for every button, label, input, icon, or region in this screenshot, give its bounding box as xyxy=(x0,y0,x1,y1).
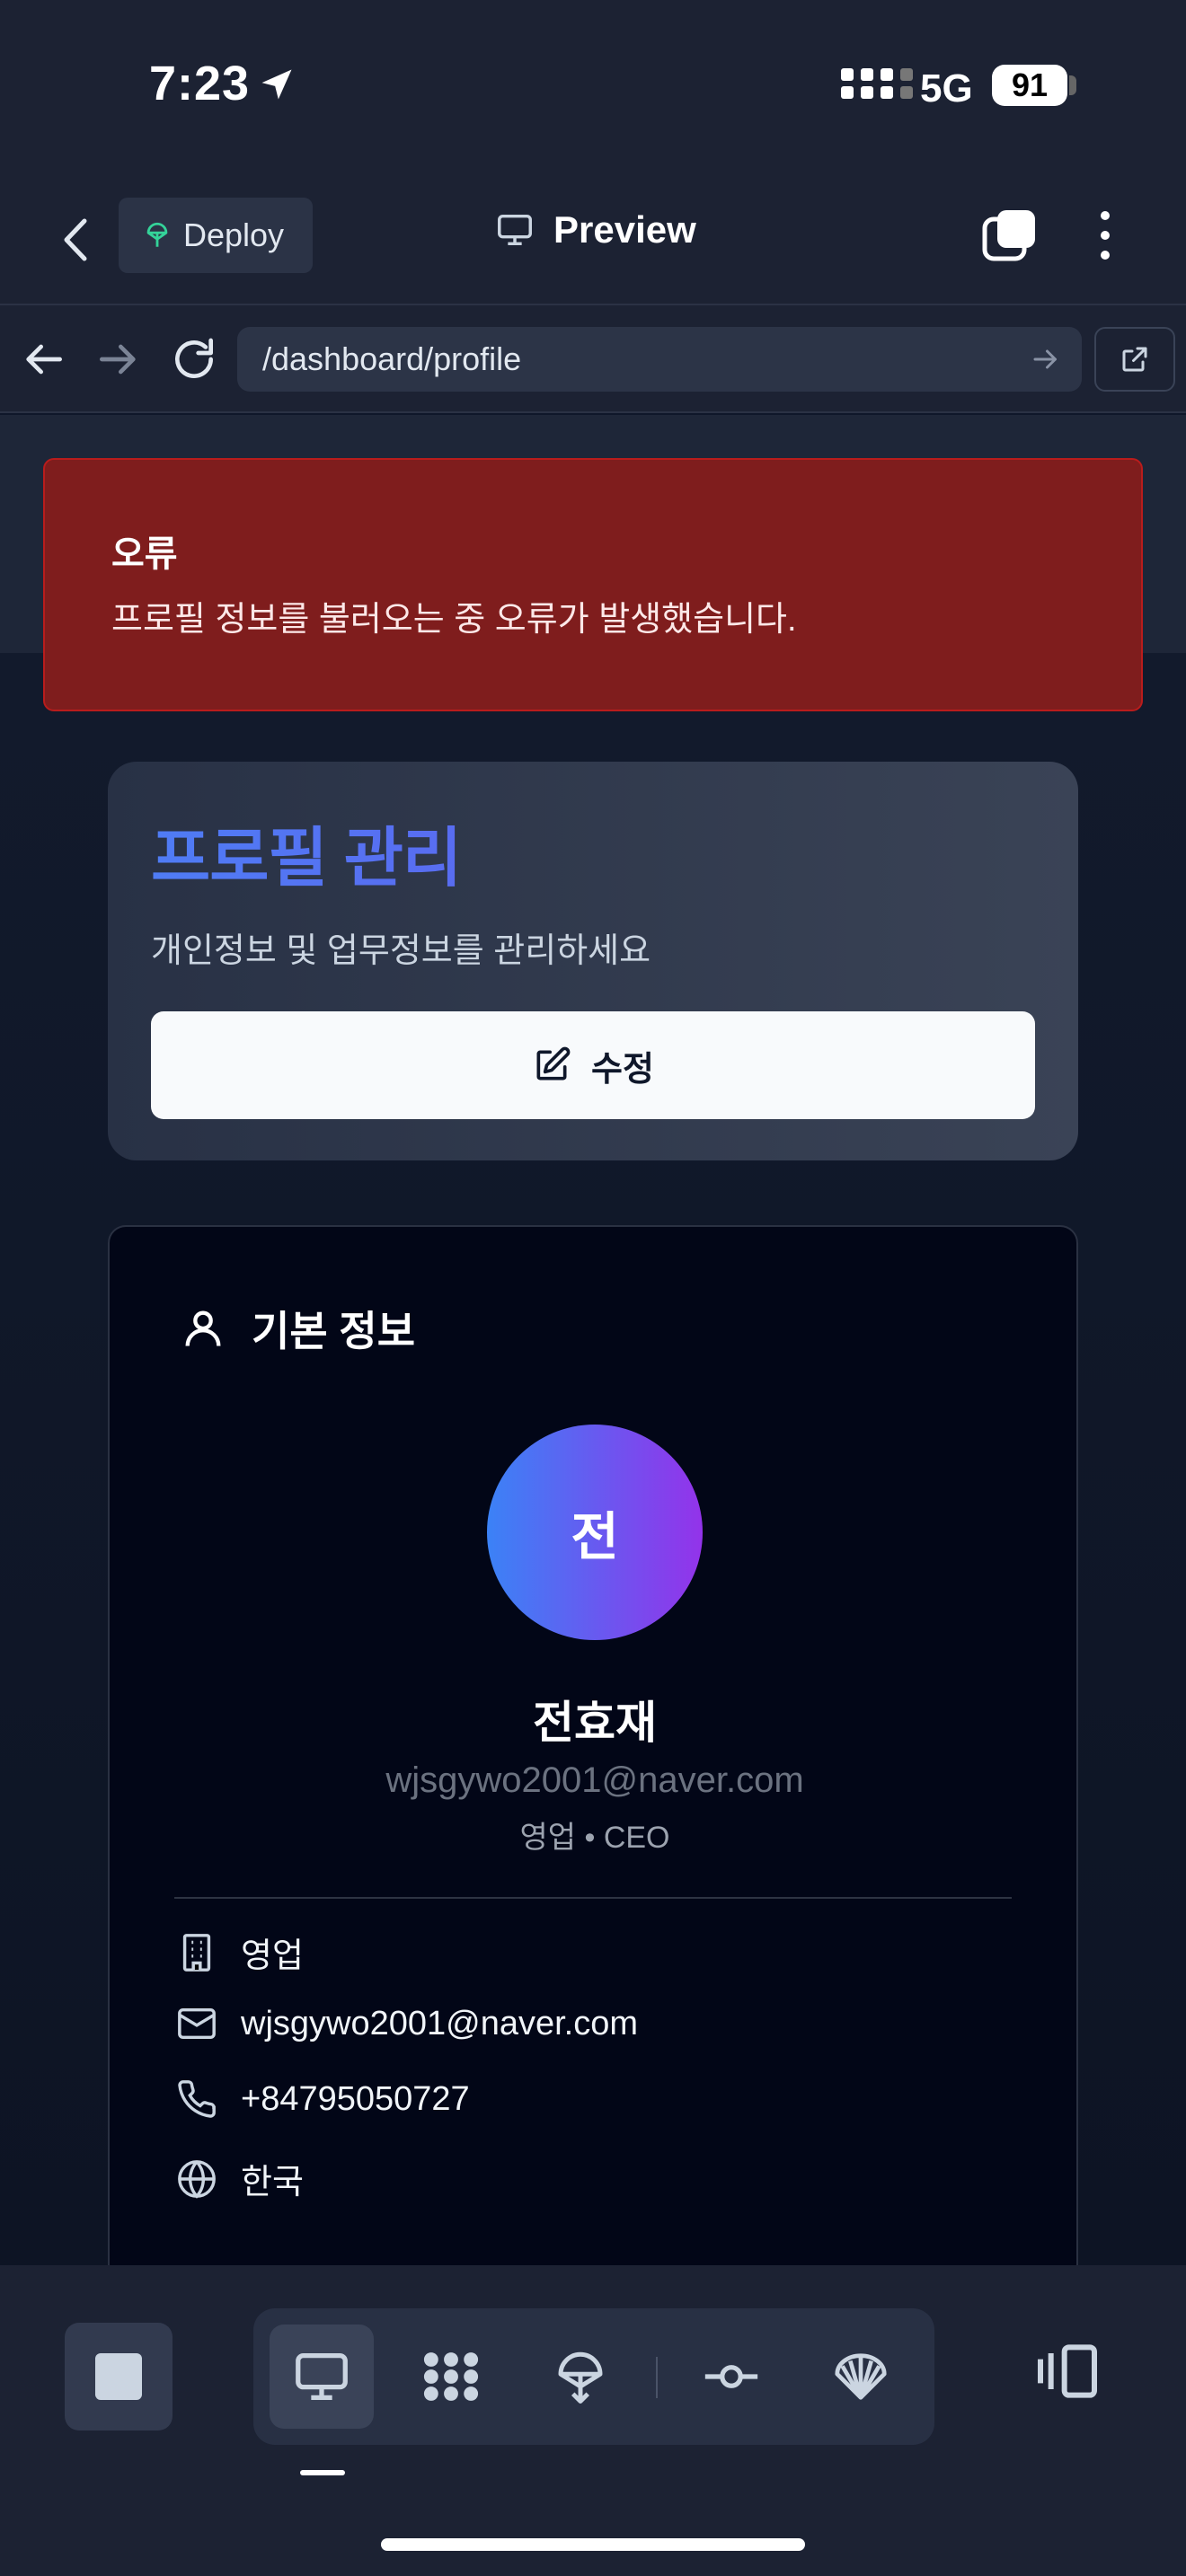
error-alert: 오류 프로필 정보를 불러오는 중 오류가 발생했습니다. xyxy=(43,458,1143,711)
stop-icon xyxy=(95,2353,142,2400)
detail-email-value: wjsgywo2001@naver.com xyxy=(241,2004,639,2042)
user-role: 영업 • CEO xyxy=(519,1821,670,1855)
open-external-button[interactable] xyxy=(1094,327,1175,392)
status-bar: 7:23 5G 91 xyxy=(0,0,1186,171)
battery-level: 91 xyxy=(992,65,1067,106)
detail-phone: +84795050727 xyxy=(176,2078,470,2120)
tool-deploy[interactable] xyxy=(528,2325,633,2429)
home-indicator xyxy=(381,2538,805,2551)
avatar: 전 xyxy=(487,1425,703,1640)
user-email: wjsgywo2001@naver.com xyxy=(385,1760,804,1800)
reload-button[interactable] xyxy=(169,334,219,384)
basic-info-title: 기본 정보 xyxy=(252,1308,416,1354)
preview-label: Preview xyxy=(553,208,696,251)
desktop-icon xyxy=(296,2353,348,2400)
page-title: 프로필 관리 xyxy=(151,805,1035,899)
globe-icon xyxy=(178,2159,216,2199)
shell-icon xyxy=(835,2353,887,2400)
url-input[interactable]: /dashboard/profile xyxy=(237,327,1082,392)
deploy-button[interactable]: Deploy xyxy=(119,198,313,273)
tabs-button[interactable] xyxy=(981,207,1039,264)
deploy-icon xyxy=(558,2351,603,2404)
basic-info-card: 기본 정보 전 전효재 wjsgywo2001@naver.com 영업 • C… xyxy=(108,1225,1078,2265)
divider xyxy=(174,1897,1012,1899)
phone-icon xyxy=(178,2080,216,2118)
browser-forward-button[interactable] xyxy=(93,334,144,384)
detail-department: 영업 xyxy=(176,1928,304,1977)
deploy-label: Deploy xyxy=(183,216,285,253)
status-time: 7:23 xyxy=(149,57,251,110)
edit-button[interactable]: 수정 xyxy=(151,1011,1035,1119)
detail-country: 한국 xyxy=(176,2154,304,2203)
go-arrow-icon[interactable] xyxy=(1030,343,1062,375)
external-link-icon xyxy=(1122,347,1147,372)
browser-back-button[interactable] xyxy=(18,334,68,384)
detail-country-value: 한국 xyxy=(241,2164,304,2201)
basic-info-header: 기본 정보 xyxy=(180,1299,415,1358)
battery-icon xyxy=(1069,75,1076,95)
url-text: /dashboard/profile xyxy=(262,340,522,377)
detail-phone-value: +84795050727 xyxy=(241,2079,470,2118)
url-bar: /dashboard/profile xyxy=(0,305,1186,413)
tool-shell[interactable] xyxy=(809,2325,913,2429)
location-arrow-icon xyxy=(261,69,292,100)
detail-department-value: 영업 xyxy=(241,1937,304,1975)
active-tab-indicator xyxy=(300,2470,345,2475)
bottom-toolbar xyxy=(0,2265,1186,2576)
app-bar: Deploy Preview xyxy=(0,171,1186,305)
edit-icon xyxy=(536,1046,571,1081)
panel-toggle-button[interactable] xyxy=(1031,2335,1103,2407)
tool-apps[interactable] xyxy=(399,2325,503,2429)
commit-icon xyxy=(704,2365,758,2388)
tool-desktop[interactable] xyxy=(270,2325,374,2429)
page-subtitle: 개인정보 및 업무정보를 관리하세요 xyxy=(151,932,651,970)
profile-header-card: 프로필 관리 개인정보 및 업무정보를 관리하세요 수정 xyxy=(108,762,1078,1160)
tool-commit[interactable] xyxy=(679,2325,783,2429)
stop-button[interactable] xyxy=(65,2323,173,2430)
detail-email: wjsgywo2001@naver.com xyxy=(176,2003,638,2044)
signal-icon xyxy=(841,68,913,99)
error-message: 프로필 정보를 불러오는 중 오류가 발생했습니다. xyxy=(111,601,797,639)
edit-label: 수정 xyxy=(591,1050,654,1089)
deploy-icon xyxy=(146,222,168,247)
tool-group xyxy=(253,2308,934,2445)
preview-title: Preview xyxy=(494,208,696,251)
building-icon xyxy=(182,1933,211,1972)
apps-icon xyxy=(423,2352,479,2401)
user-icon xyxy=(185,1310,221,1346)
mail-icon xyxy=(178,2007,216,2040)
user-name: 전효재 xyxy=(533,1698,657,1748)
error-title: 오류 xyxy=(111,534,178,574)
more-menu-button[interactable] xyxy=(1087,207,1123,264)
tool-separator xyxy=(656,2357,658,2398)
page-content: 오류 프로필 정보를 불러오는 중 오류가 발생했습니다. 프로필 관리 개인정… xyxy=(0,415,1186,2265)
monitor-icon xyxy=(498,214,532,246)
network-type: 5G xyxy=(920,66,973,110)
back-button[interactable] xyxy=(54,208,99,271)
